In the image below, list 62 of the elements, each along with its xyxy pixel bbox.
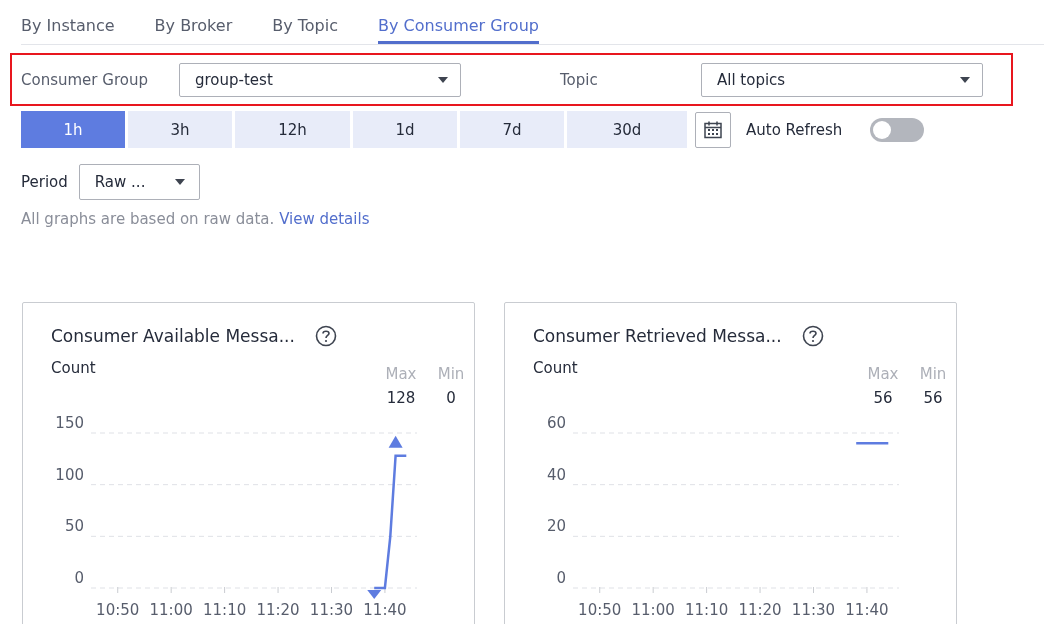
tab[interactable]: By Topic [272, 0, 338, 44]
field-label: Consumer Group [21, 70, 149, 89]
axis-tick-label: 0 [556, 569, 566, 587]
stat-value: 56 [872, 389, 894, 407]
help-icon[interactable] [314, 325, 337, 347]
time-range-button[interactable]: 3h [128, 111, 232, 148]
axis-tick-label: 60 [546, 414, 566, 432]
period-select[interactable]: Raw ... [78, 164, 200, 200]
select-field[interactable]: All topics [701, 62, 983, 97]
time-range-button[interactable]: 1h [21, 111, 125, 148]
axis-tick-label: 11:30 [791, 601, 836, 619]
caret-icon [438, 76, 448, 83]
axis-tick-label: 11:10 [685, 601, 729, 619]
time-range-button[interactable]: 7d [460, 111, 564, 148]
time-range-button[interactable]: 30d [567, 111, 687, 148]
axis-title: Count [51, 359, 96, 379]
auto-refresh-label: Auto Refresh [746, 120, 843, 139]
axis-title: Count [533, 359, 578, 379]
tab[interactable]: By Broker [154, 0, 233, 44]
calendar-icon [703, 119, 723, 140]
stat-value: 56 [922, 389, 944, 407]
axis-tick-label: 10:50 [96, 601, 140, 619]
stat-label: Min [918, 365, 948, 383]
axis-tick-label: 20 [546, 517, 566, 536]
max-marker-icon [388, 435, 403, 448]
axis-tick-label: 11:00 [149, 601, 193, 619]
time-range-button[interactable]: 12h [235, 111, 350, 148]
axis-tick-label: 0 [74, 569, 84, 587]
axis-tick-label: 100 [55, 465, 84, 484]
chart-title: Consumer Available Messa... [51, 326, 295, 346]
period-label: Period [21, 173, 68, 191]
select-field[interactable]: group-test [179, 62, 461, 97]
tab[interactable]: By Consumer Group [378, 0, 539, 44]
axis-tick-label: 11:00 [631, 601, 675, 619]
axis-tick-label: 150 [55, 414, 84, 432]
axis-tick-label: 11:40 [845, 601, 889, 619]
min-marker-icon [367, 590, 382, 599]
stat-label: Max [866, 365, 900, 383]
chart-title: Consumer Retrieved Messa... [533, 326, 782, 346]
info-text: All graphs are based on raw data. [21, 210, 275, 228]
help-icon[interactable] [801, 325, 824, 347]
axis-tick-label: 11:40 [363, 601, 407, 619]
toggle-switch[interactable] [870, 117, 925, 142]
axis-tick-label: 50 [64, 517, 84, 536]
axis-tick-label: 40 [546, 465, 566, 484]
stat-label: Min [436, 365, 466, 383]
field-label: Topic [560, 70, 599, 89]
caret-icon [960, 76, 970, 83]
stat-label: Max [384, 365, 418, 383]
time-range-button[interactable]: 1d [353, 111, 457, 148]
axis-tick-label: 11:10 [203, 601, 247, 619]
axis-tick-label: 11:30 [309, 601, 354, 619]
tab[interactable]: By Instance [21, 0, 115, 44]
stat-value: 128 [385, 389, 417, 407]
view-details-link[interactable]: View details [279, 210, 370, 228]
axis-tick-label: 10:50 [578, 601, 622, 619]
stat-value: 0 [445, 389, 457, 407]
axis-tick-label: 11:20 [256, 601, 300, 619]
axis-tick-label: 11:20 [738, 601, 782, 619]
data-line [856, 442, 889, 445]
calendar-button[interactable] [695, 111, 731, 148]
caret-icon [174, 179, 185, 185]
